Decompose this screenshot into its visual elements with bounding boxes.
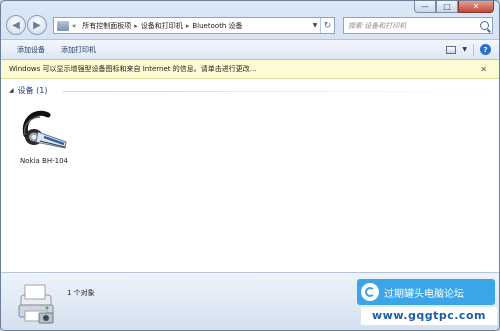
watermark-banner: 过期罐头电脑论坛 [357, 279, 495, 305]
maximize-button[interactable]: □ [436, 1, 458, 13]
help-icon[interactable]: ? [480, 44, 491, 55]
caption-buttons: — □ ✕ [414, 1, 494, 13]
breadcrumb-devices-printers[interactable]: 设备和打印机 [141, 21, 183, 31]
search-icon[interactable] [480, 21, 489, 30]
navigation-bar: ◀ ▶ « 所有控制面板项 ▸ 设备和打印机 ▸ Bluetooth 设备 ▼ … [1, 13, 499, 39]
explorer-window: — □ ✕ ◀ ▶ « 所有控制面板项 ▸ 设备和打印机 ▸ Bluetooth… [0, 0, 500, 331]
breadcrumb-bluetooth-devices[interactable]: Bluetooth 设备 [192, 21, 242, 31]
address-dropdown-icon[interactable]: ▼ [310, 22, 320, 29]
breadcrumb-separator[interactable]: ▸ [186, 22, 190, 30]
forward-button[interactable]: ▶ [27, 15, 47, 35]
device-list: ◢ 设备 (1) Nokia BH-104 [1, 79, 499, 272]
info-bar[interactable]: Windows 可以显示增强型设备图标和来自 Internet 的信息。请单击进… [1, 60, 499, 79]
add-device-button[interactable]: 添加设备 [9, 45, 53, 55]
item-count: 1 个对象 [67, 289, 95, 297]
info-bar-close-icon[interactable]: ✕ [480, 65, 487, 74]
bluetooth-headset-icon [22, 110, 67, 149]
device-item[interactable]: Nokia BH-104 [13, 105, 75, 165]
back-button[interactable]: ◀ [6, 15, 26, 35]
group-divider [63, 91, 491, 92]
change-view-icon[interactable] [446, 45, 457, 54]
watermark-text: 过期罐头电脑论坛 [384, 288, 464, 300]
view-dropdown-icon[interactable]: ▼ [462, 46, 467, 53]
device-name: Nokia BH-104 [20, 157, 68, 165]
forum-logo-icon [361, 283, 379, 301]
address-bar[interactable]: « 所有控制面板项 ▸ 设备和打印机 ▸ Bluetooth 设备 ▼ ↻ [53, 17, 335, 34]
collapse-icon[interactable]: ◢ [9, 87, 14, 94]
refresh-icon[interactable]: ↻ [320, 18, 334, 33]
close-button[interactable]: ✕ [458, 1, 494, 13]
printer-icon [18, 284, 54, 324]
add-printer-button[interactable]: 添加打印机 [53, 45, 104, 55]
control-panel-icon [57, 20, 69, 31]
search-input[interactable]: 搜索 设备和打印机 [343, 17, 493, 34]
watermark-url: www.gqgtpc.com [361, 307, 497, 325]
info-bar-text[interactable]: Windows 可以显示增强型设备图标和来自 Internet 的信息。请单击进… [9, 64, 256, 74]
view-controls: ▼ ? [446, 43, 491, 56]
group-title: 设备 (1) [17, 86, 48, 95]
minimize-button[interactable]: — [414, 1, 436, 13]
divider [473, 43, 474, 56]
breadcrumb-all-control-panel[interactable]: 所有控制面板项 [82, 21, 131, 31]
search-placeholder: 搜索 设备和打印机 [348, 21, 407, 30]
breadcrumb-separator[interactable]: ▸ [134, 22, 138, 30]
breadcrumb-overflow[interactable]: « [72, 22, 76, 30]
command-bar: 添加设备 添加打印机 ▼ ? [1, 39, 499, 60]
group-header[interactable]: ◢ 设备 (1) [9, 85, 48, 96]
